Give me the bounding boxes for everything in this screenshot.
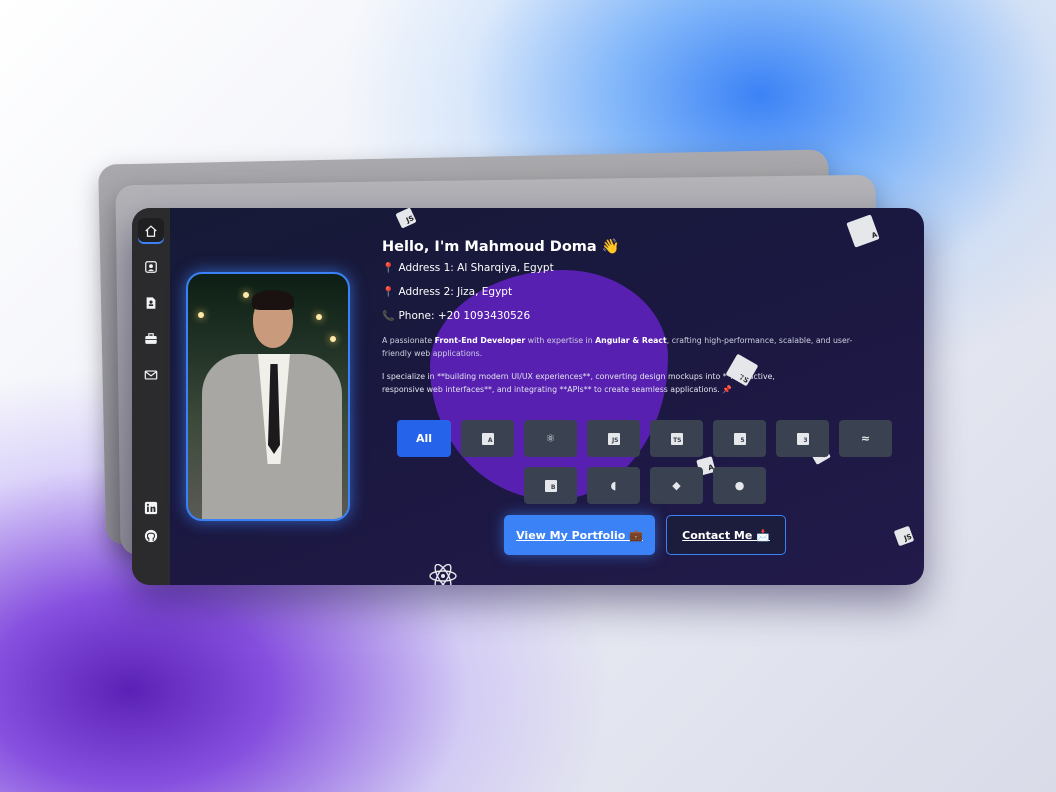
sidebar-item-home[interactable] <box>138 218 164 244</box>
js-floating-icon-2: JS <box>893 525 915 547</box>
address-2-text: Address 2: Jiza, Egypt <box>398 286 513 298</box>
intro-paragraph: A passionate Front-End Developer with ex… <box>382 336 853 358</box>
mail-icon <box>144 370 158 380</box>
react-icon: ⚛ <box>545 432 556 445</box>
contact-me-button[interactable]: Contact Me 📩 <box>666 515 786 555</box>
location-pin-icon: 📍 <box>382 262 395 274</box>
react-floating-icon <box>429 564 457 585</box>
html5-icon: 5 <box>733 432 746 445</box>
typescript-icon: TS <box>670 432 683 445</box>
phone-icon: 📞 <box>382 310 395 322</box>
filter-react-button[interactable]: ⚛ <box>524 420 577 457</box>
github-icon <box>144 529 158 543</box>
phone: 📞 Phone: +20 1093430526 <box>382 310 862 322</box>
git-icon: ◆ <box>672 479 681 492</box>
filter-jquery-button[interactable]: ◖ <box>587 467 640 504</box>
filter-tailwind-button[interactable]: ≈ <box>839 420 892 457</box>
sidebar-item-portfolio[interactable] <box>138 326 164 352</box>
filter-html5-button[interactable]: 5 <box>713 420 766 457</box>
phone-text: Phone: +20 1093430526 <box>398 310 531 322</box>
bootstrap-icon: B <box>544 479 557 492</box>
filter-css3-button[interactable]: 3 <box>776 420 829 457</box>
profile-photo <box>186 272 350 521</box>
view-portfolio-button[interactable]: View My Portfolio 💼 <box>504 515 655 555</box>
linkedin-link[interactable] <box>140 497 162 519</box>
location-pin-icon: 📍 <box>382 286 395 298</box>
filter-row-2: B ◖ ◆ ● <box>524 467 766 504</box>
filter-github-button[interactable]: ● <box>713 467 766 504</box>
filter-angular-button[interactable]: A <box>461 420 514 457</box>
filter-bootstrap-button[interactable]: B <box>524 467 577 504</box>
linkedin-icon <box>144 501 158 515</box>
filter-all-button[interactable]: All <box>397 420 451 457</box>
javascript-icon: JS <box>607 432 620 445</box>
sidebar-item-resume[interactable] <box>138 290 164 316</box>
tailwind-icon: ≈ <box>860 432 871 445</box>
filter-typescript-button[interactable]: TS <box>650 420 703 457</box>
address-1-text: Address 1: Al Sharqiya, Egypt <box>398 262 554 274</box>
portfolio-card: JS A TS JS A A <box>132 208 924 585</box>
profile-icon <box>145 261 157 273</box>
profile-info: Hello, I'm Mahmoud Doma 👋 📍 Address 1: A… <box>382 238 862 396</box>
briefcase-icon <box>145 333 157 344</box>
jquery-icon: ◖ <box>610 479 617 492</box>
css3-icon: 3 <box>796 432 809 445</box>
filter-git-button[interactable]: ◆ <box>650 467 703 504</box>
js-floating-icon: JS <box>395 208 417 229</box>
home-icon <box>145 225 157 237</box>
sidebar-item-about[interactable] <box>138 254 164 280</box>
specialization-paragraph: I specialize in **building modern UI/UX … <box>382 372 775 394</box>
sidebar-item-contact[interactable] <box>138 362 164 388</box>
github-link[interactable] <box>140 525 162 547</box>
address-2: 📍 Address 2: Jiza, Egypt <box>382 286 862 298</box>
github-icon: ● <box>734 479 745 492</box>
angular-icon: A <box>481 432 494 445</box>
filter-javascript-button[interactable]: JS <box>587 420 640 457</box>
sidebar-nav <box>132 208 170 585</box>
address-1: 📍 Address 1: Al Sharqiya, Egypt <box>382 262 862 274</box>
page-title: Hello, I'm Mahmoud Doma 👋 <box>382 239 620 255</box>
resume-icon <box>146 297 156 309</box>
filter-row-1: All A ⚛ JS TS 5 3 ≈ <box>397 420 892 457</box>
